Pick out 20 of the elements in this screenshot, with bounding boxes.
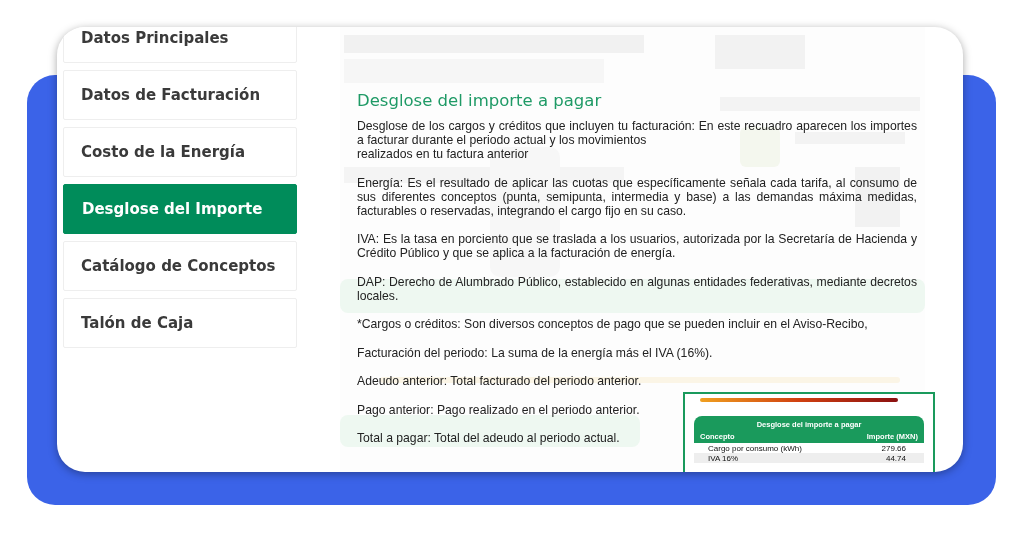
paragraph: DAP: Derecho de Alumbrado Público, establecido en algunas entidades federativas, mediante decretos locales. [357,274,917,303]
sidebar-item[interactable]: Catálogo de Conceptos [63,241,297,291]
paragraph: Pago anterior: Pago realizado en el periodo anterior. [357,402,640,417]
section-title: Desglose del importe a pagar [357,91,602,110]
table-cell: 279.66 [881,444,906,453]
sidebar-item[interactable]: Datos Principales [63,27,297,63]
sidebar-item[interactable]: Datos de Facturación [63,70,297,120]
paragraph: *Cargos o créditos: Son diversos conceptos de pago que se pueden incluir en el Aviso-Recibo, [357,317,868,331]
paragraph: Adeudo anterior: Total facturado del periodo anterior. [357,374,642,388]
sidebar-item[interactable]: Desglose del Importe [63,184,297,234]
paragraph: Desglose de los cargos y créditos que incluyen tu facturación: En este recuadro aparecen los importes a facturar durante el periodo actual y los movimientos realizados en tu factura anterior [357,119,917,161]
table-cell: IVA 16% [708,454,739,463]
paragraph: Energía: Es el resultado de aplicar las cuotas que específicamente señala cada tarifa, al consumo de sus diferentes conceptos (punta, semipunta, intermedia y base) a las demandas máxima medidas, facturables o reservadas, integrando el cargo fijo en su caso. [357,175,917,218]
paragraph: Facturación del periodo: La suma de la energía más el IVA (16%). [357,345,713,360]
paragraph: Total a pagar: Total del adeudo al periodo actual. [357,431,620,445]
table-cell: 44.74 [885,454,906,463]
table-cell: Cargo por consumo (kWh) [708,444,802,453]
sidebar-item[interactable]: Costo de la Energía [63,127,297,177]
sidebar-item[interactable]: Talón de Caja [63,298,297,348]
paragraph: IVA: Es la tasa en porciento que se traslada a los usuarios, autorizada por la Secretaría de Hacienda y Crédito Público y que se aplica a la facturación de energía. [357,232,917,260]
